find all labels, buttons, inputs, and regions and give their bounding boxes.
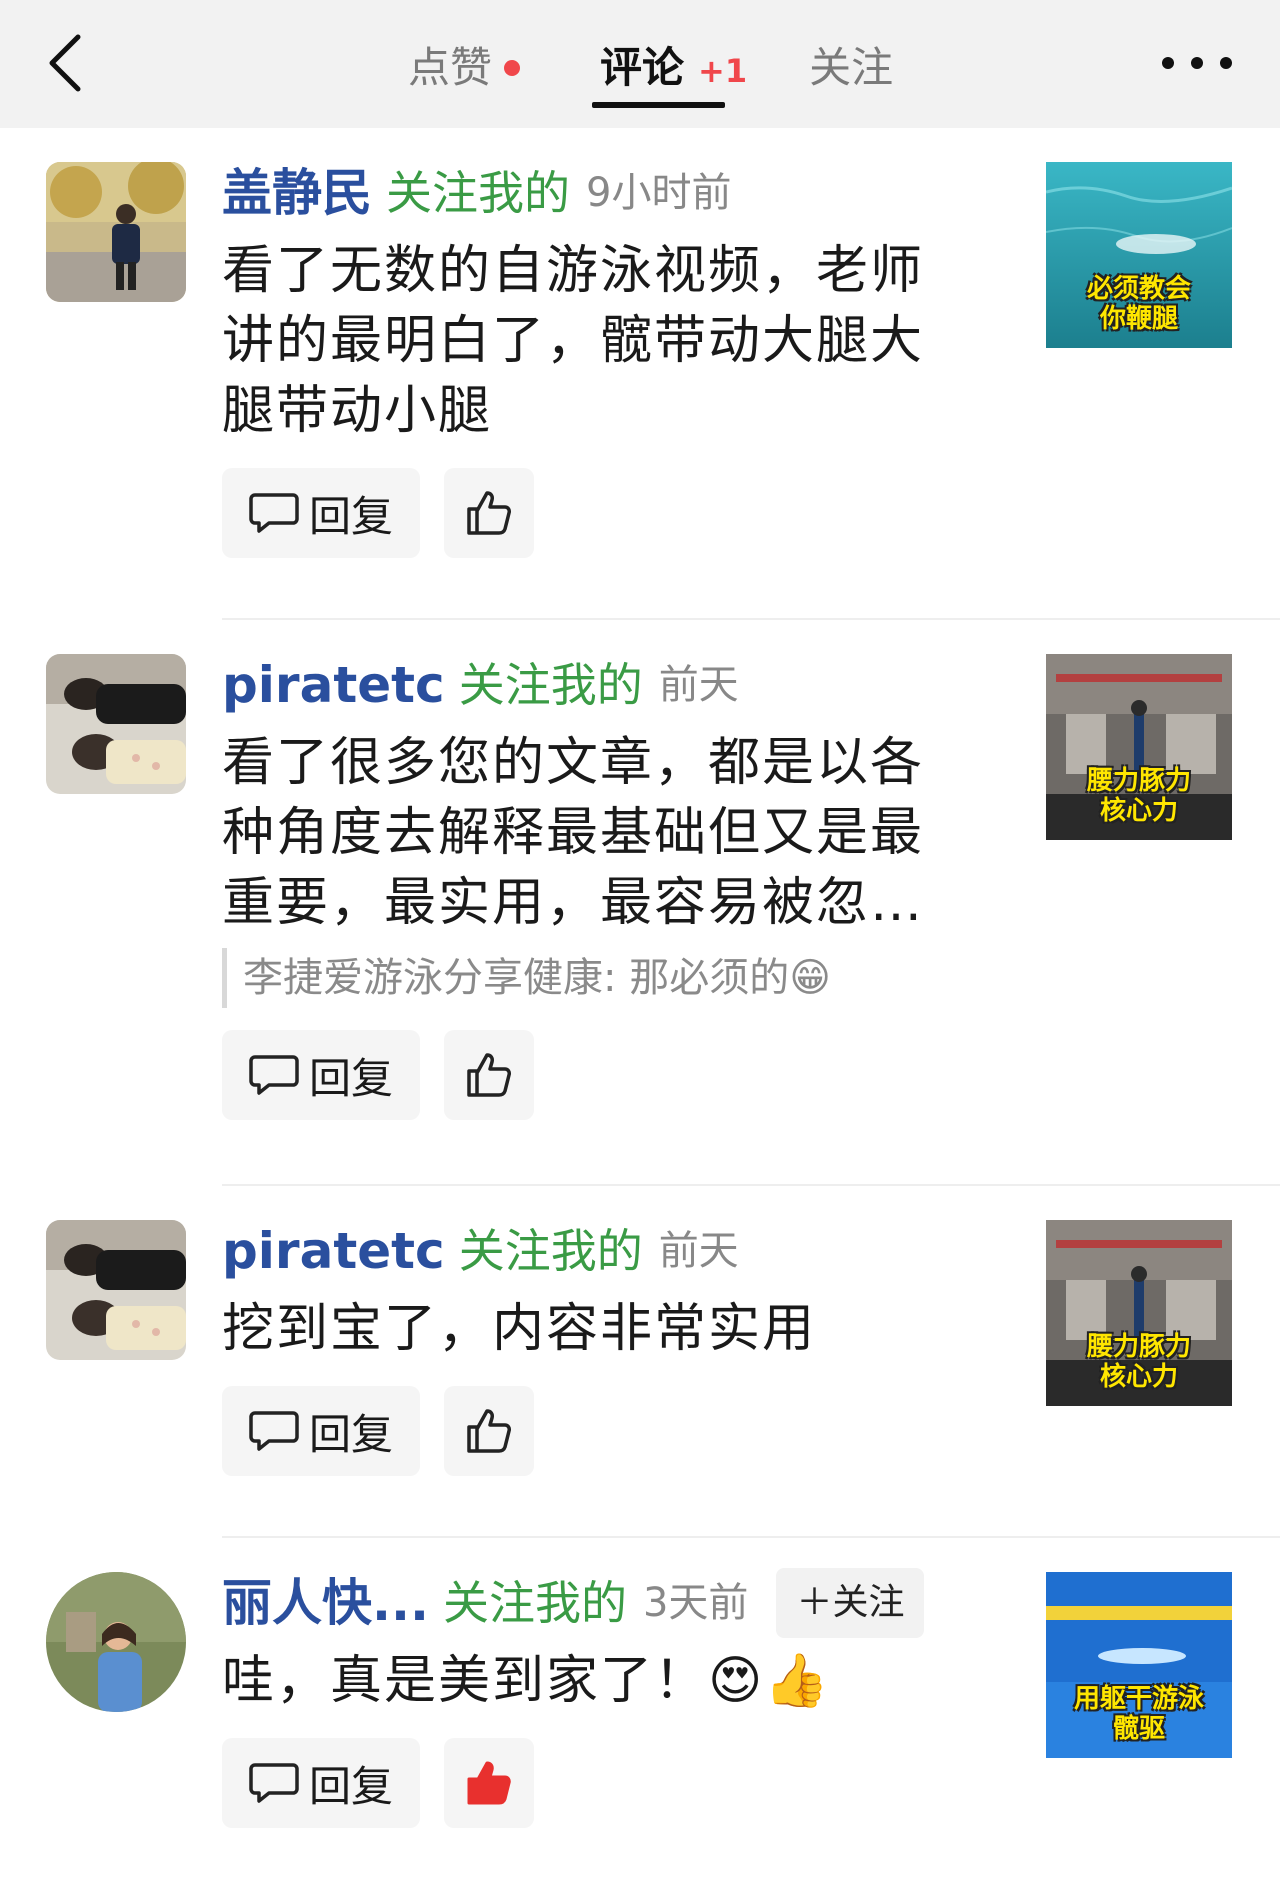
tab-bar: 点赞 评论 +1 关注 [400,30,901,110]
like-button[interactable] [444,1030,534,1120]
active-tab-underline [592,102,726,108]
tab-likes[interactable]: 点赞 [400,30,528,106]
avatar[interactable] [46,1572,186,1712]
comment-meta: 盖静民 关注我的 9小时前 [222,158,962,228]
more-button[interactable] [1162,48,1232,78]
like-button[interactable] [444,468,534,558]
divider [222,618,1280,620]
tab-comments-badge: +1 [698,52,748,90]
author-name[interactable]: piratetc [222,1216,445,1286]
fan-label: 关注我的 [442,1576,627,1630]
timestamp: 3天前 [642,1580,749,1626]
video-thumbnail[interactable]: 腰力豚力 核心力 [1046,1220,1232,1406]
reply-label: 回复 [308,1053,393,1103]
comment-text[interactable]: 看了很多您的文章，都是以各种角度去解释最基础但又是最重要，最实用，最容易被忽… [222,728,962,938]
comment-actions: 回复 [222,1738,1002,1828]
comment-meta: piratetc 关注我的 前天 [222,1216,962,1286]
author-name[interactable]: piratetc [222,650,445,720]
thumbnail-caption: 腰力豚力 核心力 [1046,766,1232,826]
avatar[interactable] [46,1220,186,1360]
divider [222,1184,1280,1186]
thumbs-up-filled-icon [467,1761,511,1805]
tab-comments-label: 评论 [600,43,685,92]
author-name[interactable]: 丽人快... [222,1568,429,1638]
fan-label: 关注我的 [458,1224,643,1278]
comment-actions: 回复 [222,468,962,558]
like-button[interactable] [444,1386,534,1476]
reply-button[interactable]: 回复 [222,1386,420,1476]
avatar-image [46,654,186,794]
comment-bubble-icon [249,1055,299,1095]
divider [222,1536,1280,1538]
thumbnail-caption: 腰力豚力 核心力 [1046,1332,1232,1392]
reply-button[interactable]: 回复 [222,1030,420,1120]
reply-label: 回复 [308,491,393,541]
avatar-image [46,1572,186,1712]
timestamp: 9小时前 [586,170,732,216]
author-name[interactable]: 盖静民 [222,158,372,228]
reply-label: 回复 [308,1409,393,1459]
thumbs-up-outline-icon [467,1409,511,1453]
video-thumbnail[interactable]: 必须教会 你鞭腿 [1046,162,1232,348]
more-dot-icon [1162,57,1174,69]
reply-button[interactable]: 回复 [222,468,420,558]
comment-bubble-icon [249,1411,299,1451]
comment-text[interactable]: 挖到宝了，内容非常实用 [222,1294,962,1364]
tab-follows[interactable]: 关注 [801,30,901,106]
author-reply-quote[interactable]: 李捷爱游泳分享健康: 那必须的😁 [222,948,962,1008]
video-thumbnail[interactable]: 腰力豚力 核心力 [1046,654,1232,840]
chevron-left-icon [49,34,81,92]
follow-button[interactable]: ＋关注 [776,1568,925,1638]
tab-likes-label: 点赞 [408,43,493,92]
avatar-image [46,162,186,302]
top-nav-bar: 点赞 评论 +1 关注 [0,0,1280,128]
unread-dot [504,59,521,76]
more-dot-icon [1220,57,1232,69]
thumbs-up-outline-icon [467,1053,511,1097]
comment-bubble-icon [249,1763,299,1803]
comment-text[interactable]: 看了无数的自游泳视频，老师讲的最明白了，髋带动大腿大腿带动小腿 [222,236,962,446]
thumbnail-caption-line: 你鞭腿 [1099,304,1178,334]
comment-bubble-icon [249,493,299,533]
avatar[interactable] [46,654,186,794]
reply-label: 回复 [308,1761,393,1811]
thumbnail-caption-line: 髋驱 [1112,1714,1165,1744]
thumbnail-caption-line: 核心力 [1099,796,1178,826]
comment-meta: 丽人快... 关注我的 3天前 ＋关注 [222,1568,1002,1638]
tab-follows-label: 关注 [809,43,894,92]
comment-meta: piratetc 关注我的 前天 [222,650,962,720]
video-thumbnail[interactable]: 用躯干游泳 髋驱 [1046,1572,1232,1758]
thumbs-up-outline-icon [467,491,511,535]
avatar-image [46,1220,186,1360]
thumbnail-caption: 必须教会 你鞭腿 [1046,274,1232,334]
like-button[interactable] [444,1738,534,1828]
fan-label: 关注我的 [386,166,570,220]
thumbnail-caption-line: 腰力豚力 [1086,1332,1191,1362]
reply-button[interactable]: 回复 [222,1738,420,1828]
comment-actions: 回复 [222,1386,962,1476]
thumbnail-caption-line: 必须教会 [1086,274,1191,304]
thumbnail-caption-line: 核心力 [1099,1362,1178,1392]
timestamp: 前天 [658,662,739,708]
more-dot-icon [1191,57,1203,69]
thumbnail-caption: 用躯干游泳 髋驱 [1046,1684,1232,1744]
fan-label: 关注我的 [458,658,643,712]
timestamp: 前天 [658,1228,739,1274]
comment-actions: 回复 [222,1030,962,1120]
back-button[interactable] [40,28,90,98]
thumbnail-caption-line: 用躯干游泳 [1073,1684,1204,1714]
tab-comments[interactable]: 评论 +1 [592,30,755,108]
comment-text[interactable]: 哇，真是美到家了！😍👍 [222,1646,1002,1716]
thumbnail-caption-line: 腰力豚力 [1086,766,1191,796]
avatar[interactable] [46,162,186,302]
